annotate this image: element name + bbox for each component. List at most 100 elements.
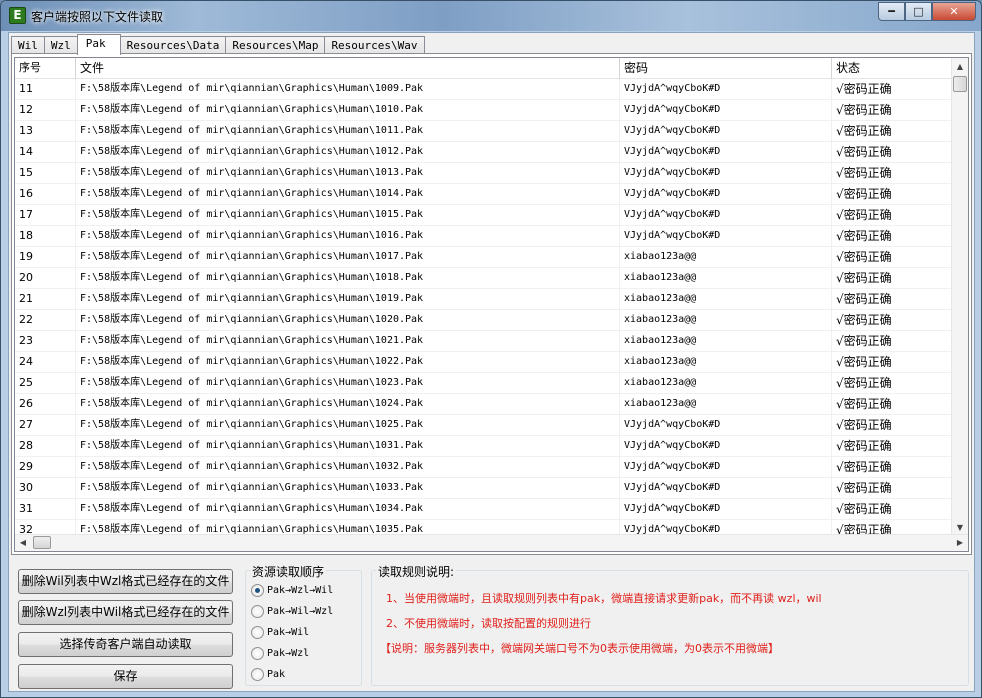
- read-order-option[interactable]: Pak→Wil→Wzl: [251, 603, 333, 620]
- rule-line-1: 1、当使用微端时，且读取规则列表中有pak，微端直接请求更新pak，而不再读 w…: [386, 592, 822, 605]
- client-area: Wil Wzl Pak Resources\Data Resources\Map…: [8, 32, 975, 692]
- table-row[interactable]: 16 F:\58版本库\Legend of mir\qiannian\Graphi…: [15, 184, 958, 205]
- row-file-path: F:\58版本库\Legend of mir\qiannian\Graphics…: [76, 457, 620, 478]
- minimize-button[interactable]: ━: [878, 2, 905, 21]
- column-header-file[interactable]: 文件: [76, 58, 620, 79]
- table-row[interactable]: 15 F:\58版本库\Legend of mir\qiannian\Graphi…: [15, 163, 958, 184]
- row-password: VJyjdA^wqyCboK#D: [620, 121, 832, 142]
- table-row[interactable]: 23 F:\58版本库\Legend of mir\qiannian\Graphi…: [15, 331, 958, 352]
- maximize-icon: □: [913, 5, 924, 18]
- radio-selected-icon[interactable]: [251, 584, 264, 597]
- table-row[interactable]: 31 F:\58版本库\Legend of mir\qiannian\Graphi…: [15, 499, 958, 520]
- row-status: √密码正确: [832, 457, 958, 478]
- row-status: √密码正确: [832, 289, 958, 310]
- row-password: VJyjdA^wqyCboK#D: [620, 79, 832, 100]
- vertical-scrollbar[interactable]: ▲ ▼: [951, 58, 968, 536]
- table-row[interactable]: 22 F:\58版本库\Legend of mir\qiannian\Graphi…: [15, 310, 958, 331]
- rule-line-2: 2、不使用微端时，读取按配置的规则进行: [386, 617, 591, 630]
- title-bar[interactable]: E 客户端按照以下文件读取 ━ □ ✕: [1, 1, 981, 31]
- row-file-path: F:\58版本库\Legend of mir\qiannian\Graphics…: [76, 499, 620, 520]
- scroll-up-icon[interactable]: ▲: [952, 58, 968, 75]
- table-row[interactable]: 19 F:\58版本库\Legend of mir\qiannian\Graphi…: [15, 247, 958, 268]
- read-order-option[interactable]: Pak→Wil: [251, 624, 309, 641]
- row-file-path: F:\58版本库\Legend of mir\qiannian\Graphics…: [76, 478, 620, 499]
- scroll-left-icon[interactable]: ◀: [15, 535, 31, 551]
- row-password: VJyjdA^wqyCboK#D: [620, 457, 832, 478]
- row-status: √密码正确: [832, 352, 958, 373]
- save-button[interactable]: 保存: [18, 664, 233, 689]
- table-row[interactable]: 30 F:\58版本库\Legend of mir\qiannian\Graphi…: [15, 478, 958, 499]
- option-label: Pak→Wzl: [267, 648, 310, 659]
- main-window: E 客户端按照以下文件读取 ━ □ ✕ Wil Wzl Pak Resource…: [0, 0, 982, 698]
- radio-icon[interactable]: [251, 626, 264, 639]
- file-list[interactable]: 序号 文件 密码 状态 11 F:\58版本库\Legend of mir\qia…: [14, 57, 969, 552]
- read-order-option[interactable]: Pak→Wzl→Wil: [251, 582, 333, 599]
- column-header-password[interactable]: 密码: [620, 58, 832, 79]
- radio-icon[interactable]: [251, 668, 264, 681]
- row-index: 29: [15, 457, 76, 478]
- row-file-path: F:\58版本库\Legend of mir\qiannian\Graphics…: [76, 373, 620, 394]
- table-row[interactable]: 27 F:\58版本库\Legend of mir\qiannian\Graphi…: [15, 415, 958, 436]
- row-index: 18: [15, 226, 76, 247]
- row-index: 24: [15, 352, 76, 373]
- horizontal-scroll-thumb[interactable]: [33, 536, 51, 549]
- row-file-path: F:\58版本库\Legend of mir\qiannian\Graphics…: [76, 394, 620, 415]
- table-row[interactable]: 12 F:\58版本库\Legend of mir\qiannian\Graphi…: [15, 100, 958, 121]
- row-index: 19: [15, 247, 76, 268]
- option-label: Pak→Wzl→Wil: [267, 585, 334, 596]
- row-file-path: F:\58版本库\Legend of mir\qiannian\Graphics…: [76, 415, 620, 436]
- read-order-option[interactable]: Pak→Wzl: [251, 645, 309, 662]
- table-row[interactable]: 11 F:\58版本库\Legend of mir\qiannian\Graphi…: [15, 79, 958, 100]
- row-index: 13: [15, 121, 76, 142]
- table-row[interactable]: 26 F:\58版本库\Legend of mir\qiannian\Graphi…: [15, 394, 958, 415]
- read-order-option[interactable]: Pak: [251, 666, 285, 683]
- maximize-button[interactable]: □: [905, 2, 932, 21]
- table-row[interactable]: 21 F:\58版本库\Legend of mir\qiannian\Graphi…: [15, 289, 958, 310]
- row-status: √密码正确: [832, 331, 958, 352]
- row-file-path: F:\58版本库\Legend of mir\qiannian\Graphics…: [76, 436, 620, 457]
- row-file-path: F:\58版本库\Legend of mir\qiannian\Graphics…: [76, 142, 620, 163]
- table-row[interactable]: 13 F:\58版本库\Legend of mir\qiannian\Graphi…: [15, 121, 958, 142]
- table-row[interactable]: 25 F:\58版本库\Legend of mir\qiannian\Graphi…: [15, 373, 958, 394]
- row-file-path: F:\58版本库\Legend of mir\qiannian\Graphics…: [76, 163, 620, 184]
- row-index: 17: [15, 205, 76, 226]
- read-order-title: 资源读取顺序: [250, 563, 327, 580]
- scroll-right-icon[interactable]: ▶: [952, 535, 968, 551]
- table-row[interactable]: 14 F:\58版本库\Legend of mir\qiannian\Graphi…: [15, 142, 958, 163]
- row-index: 22: [15, 310, 76, 331]
- row-file-path: F:\58版本库\Legend of mir\qiannian\Graphics…: [76, 310, 620, 331]
- table-row[interactable]: 29 F:\58版本库\Legend of mir\qiannian\Graphi…: [15, 457, 958, 478]
- row-status: √密码正确: [832, 436, 958, 457]
- radio-icon[interactable]: [251, 605, 264, 618]
- table-row[interactable]: 28 F:\58版本库\Legend of mir\qiannian\Graphi…: [15, 436, 958, 457]
- row-status: √密码正确: [832, 247, 958, 268]
- row-index: 30: [15, 478, 76, 499]
- row-status: √密码正确: [832, 415, 958, 436]
- delete-wzl-duplicates-button[interactable]: 删除Wzl列表中Wil格式已经存在的文件: [18, 600, 233, 625]
- table-row[interactable]: 17 F:\58版本库\Legend of mir\qiannian\Graphi…: [15, 205, 958, 226]
- column-header-index[interactable]: 序号: [15, 58, 76, 79]
- row-index: 23: [15, 331, 76, 352]
- row-file-path: F:\58版本库\Legend of mir\qiannian\Graphics…: [76, 331, 620, 352]
- row-index: 20: [15, 268, 76, 289]
- vertical-scroll-thumb[interactable]: [953, 76, 967, 92]
- tab-pak[interactable]: Pak: [76, 34, 121, 55]
- close-button[interactable]: ✕: [932, 2, 976, 21]
- row-password: VJyjdA^wqyCboK#D: [620, 205, 832, 226]
- radio-icon[interactable]: [251, 647, 264, 660]
- row-file-path: F:\58版本库\Legend of mir\qiannian\Graphics…: [76, 121, 620, 142]
- table-row[interactable]: 24 F:\58版本库\Legend of mir\qiannian\Graphi…: [15, 352, 958, 373]
- table-row[interactable]: 20 F:\58版本库\Legend of mir\qiannian\Graphi…: [15, 268, 958, 289]
- horizontal-scrollbar[interactable]: ◀ ▶: [15, 534, 968, 551]
- column-header-status[interactable]: 状态: [832, 58, 958, 79]
- row-file-path: F:\58版本库\Legend of mir\qiannian\Graphics…: [76, 184, 620, 205]
- row-password: VJyjdA^wqyCboK#D: [620, 163, 832, 184]
- delete-wil-duplicates-button[interactable]: 删除Wil列表中Wzl格式已经存在的文件: [18, 569, 233, 594]
- row-status: √密码正确: [832, 310, 958, 331]
- auto-read-client-button[interactable]: 选择传奇客户端自动读取: [18, 632, 233, 657]
- row-index: 28: [15, 436, 76, 457]
- window-controls: ━ □ ✕: [878, 2, 976, 21]
- tab-panel-pak: 序号 文件 密码 状态 11 F:\58版本库\Legend of mir\qia…: [11, 53, 972, 555]
- table-row[interactable]: 18 F:\58版本库\Legend of mir\qiannian\Graphi…: [15, 226, 958, 247]
- row-file-path: F:\58版本库\Legend of mir\qiannian\Graphics…: [76, 100, 620, 121]
